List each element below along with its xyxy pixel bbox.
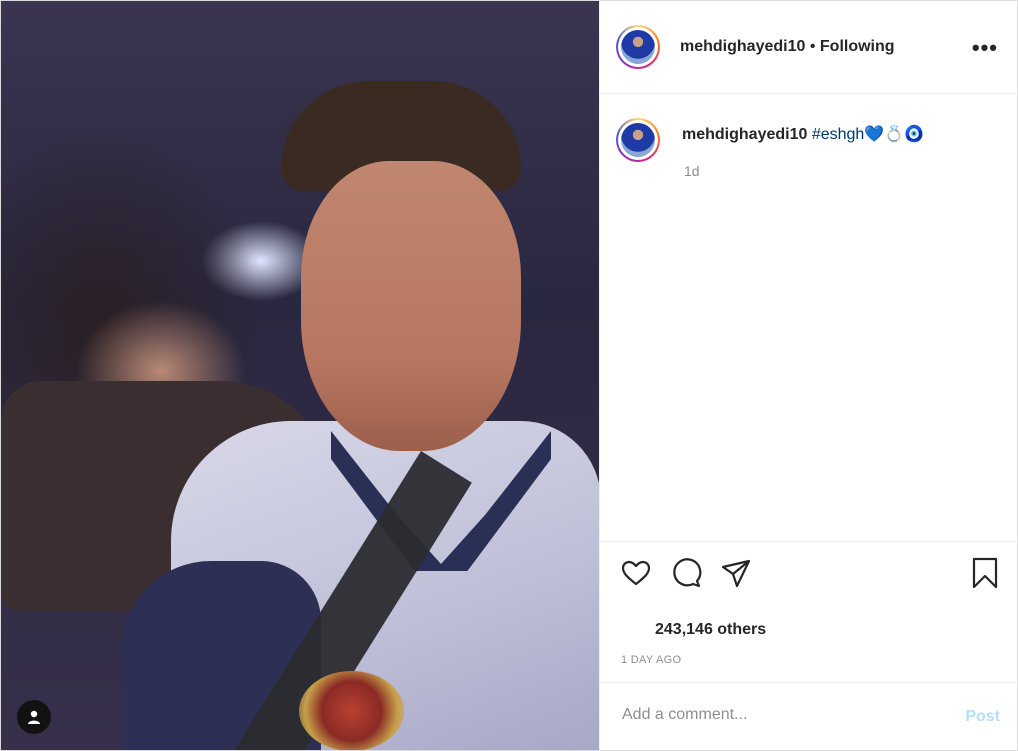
bookmark-icon[interactable] (968, 556, 1002, 590)
avatar-image (621, 30, 655, 64)
avatar-image (621, 123, 655, 157)
header-username[interactable]: mehdighayedi10 (680, 38, 805, 55)
caption-avatar[interactable] (616, 118, 660, 162)
action-bar (600, 541, 1018, 602)
photo-face (301, 161, 521, 451)
following-button[interactable]: Following (820, 38, 895, 55)
post-sidebar: mehdighayedi10 • Following ••• mehdighay… (599, 1, 1018, 750)
comment-bar: Post (600, 682, 1018, 751)
post-date[interactable]: 1 DAY AGO (621, 654, 681, 666)
caption-age[interactable]: 1d (684, 163, 700, 179)
send-icon[interactable] (719, 556, 753, 590)
header-avatar[interactable] (616, 25, 660, 69)
post-comment-button[interactable]: Post (965, 708, 1000, 726)
caption-hashtag[interactable]: #eshgh (812, 126, 865, 143)
caption-emojis: 💙💍🧿 (864, 126, 925, 143)
user-tag-icon (28, 710, 40, 724)
user-tag-button[interactable] (17, 700, 51, 734)
heart-icon[interactable] (619, 556, 653, 590)
post-photo[interactable] (1, 1, 599, 750)
post-modal: mehdighayedi10 • Following ••• mehdighay… (0, 0, 1018, 751)
caption-username[interactable]: mehdighayedi10 (682, 126, 807, 143)
caption: mehdighayedi10 #eshgh💙💍🧿 (682, 124, 924, 144)
header-separator: • (809, 38, 816, 55)
comment-icon[interactable] (669, 556, 703, 590)
likes-count[interactable]: 243,146 others (655, 621, 766, 639)
post-header: mehdighayedi10 • Following ••• (600, 1, 1018, 94)
photo-crest (299, 671, 404, 750)
comment-input[interactable] (620, 705, 924, 725)
more-options-icon[interactable]: ••• (972, 35, 998, 61)
